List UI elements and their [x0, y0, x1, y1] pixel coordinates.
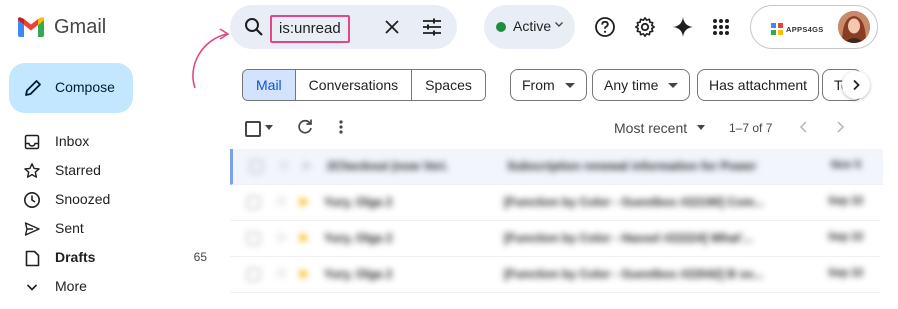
row-checkbox[interactable]	[247, 268, 260, 281]
search-options-icon[interactable]	[420, 15, 444, 39]
select-all-checkbox[interactable]	[245, 121, 261, 137]
pencil-icon	[25, 80, 41, 96]
caret-down-icon[interactable]	[697, 125, 705, 130]
caret-down-icon	[564, 82, 575, 88]
compose-label: Compose	[55, 79, 115, 95]
important-marker-icon[interactable]: ▶	[300, 266, 309, 280]
email-sender: Yury, Olga 2	[324, 231, 393, 245]
row-checkbox[interactable]	[247, 232, 260, 245]
email-date: Sep 22	[828, 195, 864, 207]
org-name: APPS4GS	[786, 24, 824, 34]
filter-attachment-chip[interactable]: Has attachment	[697, 69, 820, 101]
sidebar-item-inbox[interactable]: Inbox	[0, 127, 222, 156]
star-icon	[22, 161, 42, 181]
send-icon	[22, 219, 42, 239]
status-label: Active	[513, 18, 552, 34]
sidebar-item-label: Sent	[55, 220, 84, 236]
sidebar-item-sent[interactable]: Sent	[0, 214, 222, 243]
gmail-wordmark: Gmail	[54, 15, 107, 38]
view-tabs: Mail Conversations Spaces	[242, 69, 486, 101]
pagination-range: 1–7 of 7	[729, 121, 773, 135]
row-checkbox[interactable]	[250, 160, 263, 173]
email-row[interactable]: ☆ ▶ Yury, Olga 2 [Function by Color - Gu…	[230, 185, 880, 221]
important-marker-icon[interactable]: ▶	[300, 230, 309, 244]
sidebar-item-label: Drafts	[55, 249, 96, 265]
sidebar-item-label: Inbox	[55, 133, 90, 149]
email-row[interactable]: ☆ ▶ Yury, Olga 2 [Function by Color - Ha…	[230, 221, 880, 257]
email-date: Sep 22	[828, 267, 864, 279]
email-subject: Subscription renewal information for Pow…	[507, 159, 757, 173]
important-marker-icon[interactable]: ▶	[300, 194, 309, 208]
draft-icon	[22, 248, 42, 268]
filter-time-label: Any time	[604, 77, 659, 93]
important-marker-icon[interactable]: ▶	[303, 158, 312, 172]
filter-from-chip[interactable]: From	[510, 69, 587, 101]
search-bar[interactable]: is:unread	[230, 5, 457, 49]
row-checkbox[interactable]	[247, 196, 260, 209]
filter-attachment-label: Has attachment	[709, 77, 808, 93]
chevron-right-icon[interactable]	[832, 119, 848, 135]
email-sender: 2Checkout (now Veri.	[327, 159, 449, 173]
more-vert-icon[interactable]	[337, 118, 345, 136]
tab-spaces[interactable]: Spaces	[412, 70, 485, 100]
avatar[interactable]	[838, 11, 870, 43]
email-sender: Yury, Olga 2	[324, 195, 393, 209]
tab-conversations[interactable]: Conversations	[295, 70, 413, 100]
apps4gs-logo-icon	[771, 23, 783, 35]
email-subject: [Function by Color - Guestbox #22042] B …	[504, 267, 764, 281]
account-switcher[interactable]: APPS4GS	[750, 5, 878, 49]
sidebar-item-label: More	[55, 278, 87, 294]
search-icon[interactable]	[242, 15, 266, 39]
sidebar-item-more[interactable]: More	[0, 272, 222, 301]
status-selector[interactable]: Active	[484, 5, 575, 49]
sidebar-item-starred[interactable]: Starred	[0, 156, 222, 185]
sidebar-item-label: Snoozed	[55, 191, 111, 207]
star-icon[interactable]: ☆	[275, 193, 288, 210]
gemini-sparkle-icon[interactable]	[670, 14, 696, 40]
star-icon[interactable]: ☆	[278, 157, 291, 174]
gmail-m-icon	[18, 17, 44, 37]
email-row[interactable]: ☆ ▶ 2Checkout (now Veri. Subscription re…	[230, 149, 883, 185]
email-date: Sep 22	[828, 231, 864, 243]
caret-down-icon	[668, 82, 679, 88]
drafts-count: 65	[193, 250, 207, 264]
org-logo: APPS4GS	[771, 23, 824, 35]
email-row[interactable]: ☆ ▶ Yury, Olga 2 [Function by Color - Gu…	[230, 257, 880, 293]
clock-icon	[22, 190, 42, 210]
help-icon[interactable]	[592, 14, 618, 40]
email-sender: Yury, Olga 2	[324, 267, 393, 281]
chevron-down-icon	[22, 277, 42, 297]
email-date: Nov 5	[831, 159, 861, 171]
inbox-icon	[22, 132, 42, 152]
filter-time-chip[interactable]: Any time	[592, 69, 691, 101]
filter-from-label: From	[522, 77, 555, 93]
compose-button[interactable]: Compose	[9, 63, 133, 113]
tab-mail[interactable]: Mail	[243, 70, 296, 100]
sidebar-item-label: Starred	[55, 162, 101, 178]
star-icon[interactable]: ☆	[275, 265, 288, 282]
sidebar-item-drafts[interactable]: Drafts 65	[0, 243, 222, 272]
select-menu-caret-icon[interactable]	[265, 125, 273, 130]
close-icon[interactable]	[380, 15, 404, 39]
sort-selector[interactable]: Most recent	[614, 120, 687, 136]
chevron-down-icon	[555, 22, 563, 27]
apps-grid-icon[interactable]	[708, 14, 734, 40]
gmail-logo[interactable]: Gmail	[18, 14, 106, 40]
sidebar-item-snoozed[interactable]: Snoozed	[0, 185, 222, 214]
chips-scroll-next-button[interactable]	[842, 71, 870, 99]
star-icon[interactable]: ☆	[275, 229, 288, 246]
chevron-right-icon	[853, 79, 860, 91]
refresh-icon[interactable]	[297, 118, 313, 136]
chevron-left-icon[interactable]	[796, 119, 812, 135]
email-subject: [Function by Color - Guestbox #22190] Co…	[504, 195, 765, 209]
email-subject: [Function by Color - Hassel #22224] What…	[504, 231, 753, 245]
search-input[interactable]: is:unread	[270, 15, 350, 43]
gear-icon[interactable]	[632, 14, 658, 40]
status-dot	[496, 22, 506, 32]
